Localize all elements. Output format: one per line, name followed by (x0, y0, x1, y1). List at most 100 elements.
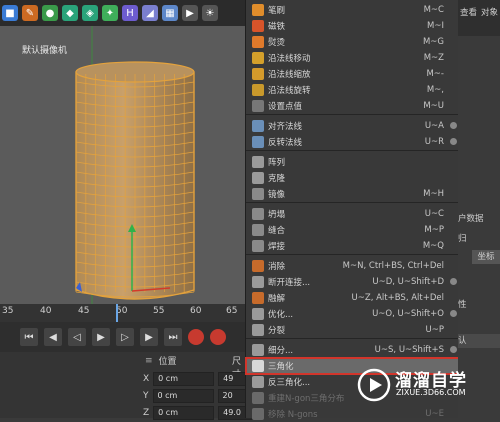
menu-item-label: 移除 N-gons (268, 410, 318, 420)
go-end-button[interactable]: ⏭ (164, 328, 182, 346)
menu-item-label: 设置点值 (268, 102, 303, 112)
prev-key-button[interactable]: ◀ (44, 328, 62, 346)
menu-item-icon (252, 392, 264, 404)
menu-item-label: 断开连接... (268, 278, 311, 288)
axis-label: Y (143, 391, 149, 401)
menu-item-shortcut: M~C (423, 5, 444, 15)
viewport[interactable]: 默认摄像机 (0, 26, 245, 304)
play-button[interactable]: ▶ (92, 328, 110, 346)
menu-item-shortcut: U~P (425, 325, 444, 335)
object-tab[interactable]: 对象 (481, 6, 500, 20)
object-icon[interactable]: ◆ (62, 5, 78, 21)
menu-item[interactable]: 沿法线移动 M~Z (246, 50, 459, 66)
menu-separator (246, 150, 459, 151)
go-start-button[interactable]: ⏮ (20, 328, 38, 346)
menu-item-label: 反三角化... (268, 378, 311, 388)
menu-item[interactable]: 融解 U~Z, Alt+BS, Alt+Del (246, 290, 459, 306)
menu-item-shortcut: M~H (423, 189, 444, 199)
menu-item[interactable]: 熨烫 M~G (246, 34, 459, 50)
ball-icon[interactable]: ● (42, 5, 58, 21)
menu-item[interactable]: 消除 M~N, Ctrl+BS, Ctrl+Del (246, 258, 459, 274)
nurbs-icon[interactable]: ◈ (82, 5, 98, 21)
menu-item-icon (252, 36, 264, 48)
transport-bar: ⏮ ◀ ◁ ▶ ▷ ▶ ⏭ (0, 322, 245, 352)
next-key-button[interactable]: ▶ (140, 328, 158, 346)
menu-item[interactable]: 设置点值 M~U (246, 98, 459, 114)
watermark: 溜溜自学 ZIXUE.3D66.COM (353, 360, 500, 418)
next-frame-button[interactable]: ▷ (116, 328, 134, 346)
menu-item[interactable]: 磁铁 M~I (246, 18, 459, 34)
prev-frame-button[interactable]: ◁ (68, 328, 86, 346)
timeline-tick-label: 45 (78, 306, 90, 316)
menu-item[interactable]: 反转法线 U~R (246, 134, 459, 150)
menu-item-shortcut: M~I (427, 21, 444, 31)
menu-item-label: 细分... (268, 346, 294, 356)
menu-item-label: 镜像 (268, 190, 286, 200)
menu-item-shortcut: U~O, U~Shift+O (372, 309, 444, 319)
floor-icon[interactable]: ▦ (162, 5, 178, 21)
base-tab[interactable]: 归 (458, 232, 500, 246)
bend-icon[interactable]: H (122, 5, 138, 21)
menu-item-label: 熨烫 (268, 38, 286, 48)
position-x-field[interactable]: 0 cm (153, 372, 215, 386)
default-tab[interactable]: 认 (458, 334, 500, 348)
menu-item-label: 对齐法线 (268, 122, 303, 132)
settings-gear-icon[interactable] (450, 310, 457, 317)
menu-item[interactable]: 缝合 M~P (246, 222, 459, 238)
timeline-tick-label: 65 (226, 306, 238, 316)
menu-item-icon (252, 4, 264, 16)
menu-item[interactable]: 坍塌 U~C (246, 206, 459, 222)
menu-item[interactable]: 笔刷 M~C (246, 2, 459, 18)
cylinder-wireframe (75, 26, 195, 304)
user-data-tab[interactable]: 户数据 (458, 212, 500, 226)
position-y-field[interactable]: 0 cm (152, 389, 214, 403)
menu-item-label: 沿法线缩放 (268, 70, 311, 80)
menu-item-shortcut: M~N, Ctrl+BS, Ctrl+Del (342, 261, 444, 271)
camera-icon[interactable]: ▶ (182, 5, 198, 21)
menu-item-shortcut: U~S, U~Shift+S (374, 345, 444, 355)
settings-gear-icon[interactable] (450, 346, 457, 353)
menu-item-icon (252, 156, 264, 168)
coord-tab[interactable]: 坐标 (472, 250, 500, 264)
menu-item[interactable]: 分裂 U~P (246, 322, 459, 338)
autokey-button[interactable] (210, 329, 226, 345)
menu-item-icon (252, 84, 264, 96)
menu-item-shortcut: U~Z, Alt+BS, Alt+Del (351, 293, 444, 303)
light-icon[interactable]: ☀ (202, 5, 218, 21)
right-panel: 查看 对象 户数据 归 坐标 性 认 (458, 0, 500, 418)
menu-item-icon (252, 52, 264, 64)
menu-separator (246, 202, 459, 203)
timeline-tick-label: 55 (153, 306, 165, 316)
axis-label: X (143, 374, 150, 384)
record-button[interactable] (188, 329, 204, 345)
settings-gear-icon[interactable] (450, 138, 457, 145)
menu-item[interactable]: 沿法线旋转 M~, (246, 82, 459, 98)
scene-icon[interactable]: ◢ (142, 5, 158, 21)
menu-item-shortcut: M~P (424, 225, 444, 235)
menu-item[interactable]: 细分... U~S, U~Shift+S (246, 342, 459, 358)
menu-item[interactable]: 克隆 (246, 170, 459, 186)
menu-item[interactable]: 沿法线缩放 M~- (246, 66, 459, 82)
settings-gear-icon[interactable] (450, 122, 457, 129)
menu-item[interactable]: 优化... U~O, U~Shift+O (246, 306, 459, 322)
menu-item-shortcut: U~D, U~Shift+D (372, 277, 444, 287)
settings-gear-icon[interactable] (450, 278, 457, 285)
deformer-icon[interactable]: ✦ (102, 5, 118, 21)
property-tab[interactable]: 性 (458, 298, 500, 312)
menu-item[interactable]: 阵列 (246, 154, 459, 170)
playhead[interactable] (116, 304, 118, 322)
menu-item-icon (252, 276, 264, 288)
menu-item[interactable]: 镜像 M~H (246, 186, 459, 202)
menu-item[interactable]: 焊接 M~Q (246, 238, 459, 254)
menu-item-label: 笔刷 (268, 6, 286, 16)
pen-icon[interactable]: ✎ (22, 5, 38, 21)
timeline-ruler[interactable]: 35 40 45 50 55 60 65 (0, 304, 245, 322)
list-icon: ≡ (145, 355, 153, 366)
menu-item[interactable]: 对齐法线 U~A (246, 118, 459, 134)
menu-item-icon (252, 308, 264, 320)
menu-item-label: 沿法线旋转 (268, 86, 311, 96)
cube-icon[interactable]: ■ (2, 5, 18, 21)
menu-separator (246, 338, 459, 339)
menu-item[interactable]: 断开连接... U~D, U~Shift+D (246, 274, 459, 290)
menu-item-icon (252, 292, 264, 304)
